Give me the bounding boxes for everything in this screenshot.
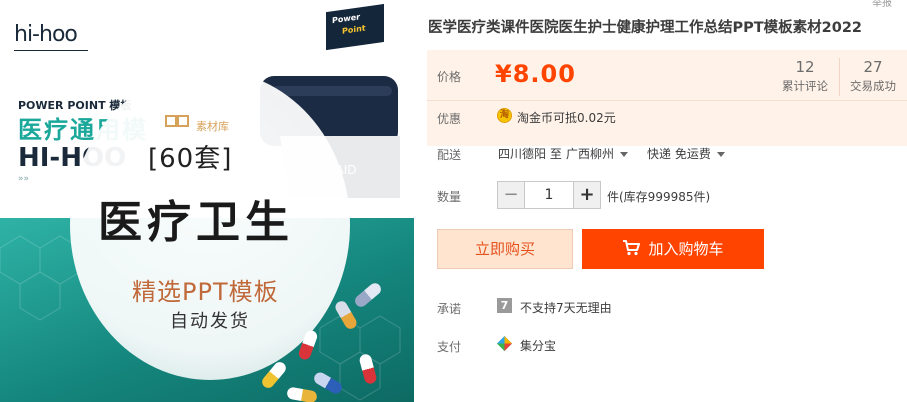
chevron-down-icon — [620, 152, 629, 157]
report-link[interactable]: 举报 — [872, 0, 892, 9]
stock-text: 件(库存999985件) — [607, 190, 711, 204]
brand-underline — [14, 50, 88, 55]
quantity-increase-button[interactable]: + — [573, 182, 600, 208]
price-value: ¥8.00 — [495, 60, 576, 88]
quantity-input[interactable] — [525, 182, 573, 208]
store-logo-icon — [165, 115, 189, 127]
product-image[interactable]: hi-hoo Power Point POWER POINT 模板 医疗通用模 … — [0, 0, 414, 402]
sold-count: 27 — [863, 58, 883, 76]
jifenbao-icon — [497, 336, 512, 351]
stat-divider — [839, 58, 840, 96]
reviews-label: 累计评论 — [782, 79, 828, 93]
reviews-stat[interactable]: 12 累计评论 — [775, 58, 835, 94]
image-tagline: 精选PPT模板 — [132, 278, 279, 306]
taojinbi-coin-icon: 淘 — [497, 108, 512, 123]
promise-label: 承诺 — [437, 302, 462, 316]
price-separator — [427, 100, 907, 101]
shipping-label: 配送 — [437, 148, 462, 162]
cart-icon — [623, 240, 641, 256]
brand-logo: hi-hoo — [14, 22, 78, 47]
chevron-down-icon — [716, 152, 725, 157]
quantity-decrease-button[interactable]: − — [498, 182, 525, 208]
ship-method-text: 快递 免运费 — [647, 147, 711, 161]
reviews-count: 12 — [795, 58, 815, 76]
quantity-label: 数量 — [437, 190, 462, 204]
quantity-stepper: − + — [497, 181, 601, 209]
sold-stat[interactable]: 27 交易成功 — [843, 58, 903, 94]
payment-text: 集分宝 — [520, 339, 557, 353]
promo-label: 优惠 — [437, 112, 462, 126]
price-label: 价格 — [437, 70, 462, 84]
heading-arrows: »» — [18, 174, 30, 184]
powerpoint-badge: Power Point — [326, 3, 384, 51]
price-panel: 价格 ¥8.00 12 累计评论 27 交易成功 优惠 淘 淘金币可抵0.02元 — [427, 50, 907, 146]
ship-from: 四川德阳 至 — [498, 147, 562, 161]
sold-label: 交易成功 — [850, 79, 896, 93]
promo-text: 淘金币可抵0.02元 — [517, 111, 616, 125]
add-to-cart-button[interactable]: 加入购物车 — [582, 229, 764, 269]
ship-to-text: 广西柳州 — [566, 147, 615, 161]
image-subtagline: 自动发货 — [170, 311, 250, 332]
template-count: [60套] — [148, 144, 233, 174]
buy-now-button[interactable]: 立即购买 — [437, 229, 573, 269]
image-main-title: 医疗卫生 — [98, 197, 294, 248]
promise-text: 不支持7天无理由 — [520, 301, 612, 315]
payment-label: 支付 — [437, 340, 462, 354]
store-logo-text: 素材库 — [196, 120, 229, 133]
product-title: 医学医疗类课件医院医生护士健康护理工作总结PPT模板素材2022 — [428, 20, 862, 36]
ship-to-select[interactable]: 广西柳州 — [566, 145, 629, 162]
ship-method-select[interactable]: 快递 免运费 — [647, 145, 725, 162]
no-7day-return-icon: 7 — [497, 298, 512, 313]
add-to-cart-label: 加入购物车 — [648, 240, 724, 258]
